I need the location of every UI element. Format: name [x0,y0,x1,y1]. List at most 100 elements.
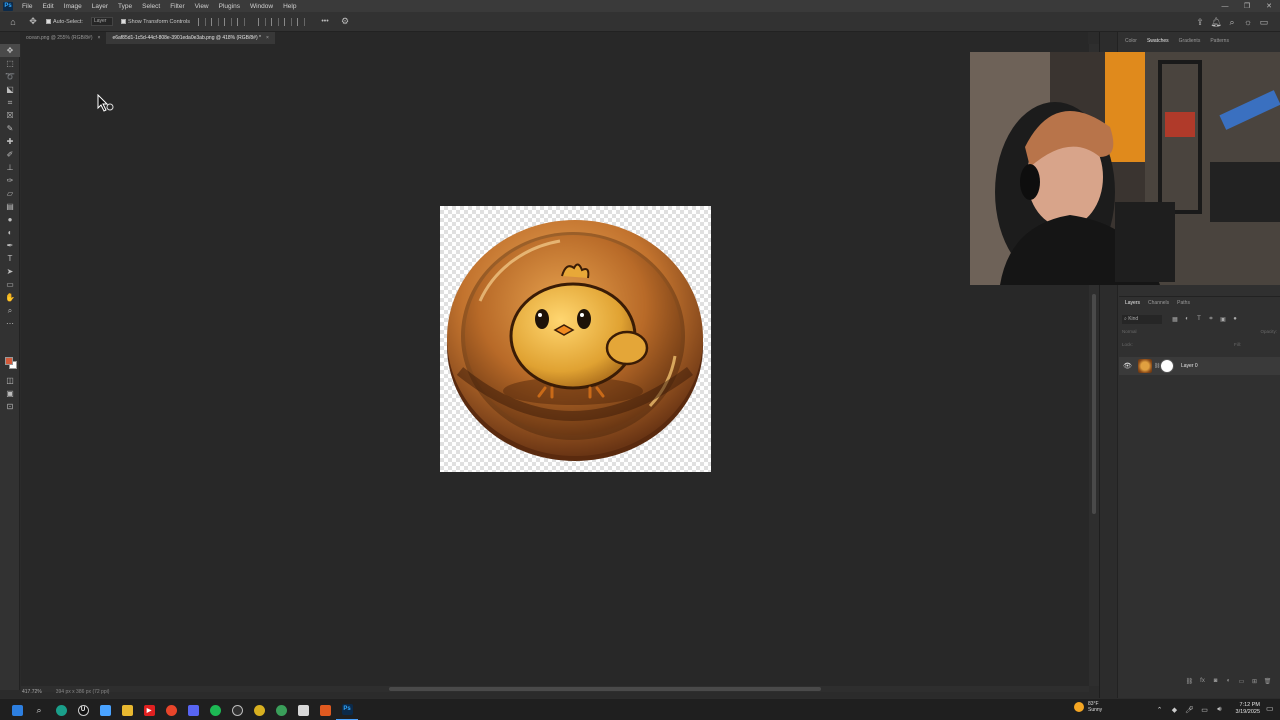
shape-filter-icon[interactable]: ⌗ [1205,316,1217,323]
horizontal-scrollbar[interactable] [21,686,1089,692]
move-tool-icon[interactable]: ✥ [0,44,20,57]
chevron-up-icon[interactable]: ⌃ [1152,706,1167,714]
smart-object-filter-icon[interactable]: ▣ [1217,316,1229,323]
document-canvas[interactable] [440,206,711,472]
tab-channels[interactable]: Channels [1144,300,1173,306]
show-transform-checkbox[interactable]: Show Transform Controls [120,19,190,25]
zoom-tool-icon[interactable]: ⌕ [0,304,20,317]
home-icon[interactable]: ⌂ [6,15,20,29]
tab-close-button[interactable]: × [98,35,101,41]
type-tool-icon[interactable]: T [0,252,20,265]
blend-mode-dropdown[interactable]: Normal [1122,329,1137,337]
auto-select-target-dropdown[interactable]: Layer [90,17,113,26]
share-icon[interactable]: ⇪ [1192,17,1208,28]
align-top-icon[interactable] [258,17,267,26]
menu-help[interactable]: Help [278,3,301,10]
menu-image[interactable]: Image [59,3,87,10]
marquee-tool-icon[interactable]: ⬚ [0,57,20,70]
menu-type[interactable]: Type [113,3,137,10]
notification-bell-icon[interactable]: 🔔︎ [1208,17,1224,28]
layer-mask-thumbnail[interactable] [1160,359,1174,373]
align-right-icon[interactable] [224,17,233,26]
store-icon[interactable] [314,699,336,720]
hand-tool-icon[interactable]: ✋ [0,291,20,304]
align-left-icon[interactable] [198,17,207,26]
discover-icon[interactable]: ☼ [1240,17,1256,27]
object-select-tool-icon[interactable]: ⬕ [0,83,20,96]
taskbar-clock[interactable]: 7:12 PM 3/19/2025 [1224,702,1260,716]
visibility-eye-icon[interactable]: 👁︎ [1123,362,1133,370]
foreground-color-swatch[interactable] [5,357,13,365]
pen-tool-icon[interactable]: ✒ [0,239,20,252]
menu-file[interactable]: File [17,3,37,10]
chrome-icon[interactable] [160,699,182,720]
filter-toggle-icon[interactable]: ● [1229,316,1241,323]
align-bottom-icon[interactable] [284,17,293,26]
align-middle-icon[interactable] [271,17,280,26]
menu-view[interactable]: View [190,3,214,10]
menu-layer[interactable]: Layer [87,3,113,10]
spotify-icon[interactable] [204,699,226,720]
edit-toolbar-icon[interactable]: ⋯ [0,317,20,330]
new-group-icon[interactable]: ▭ [1235,678,1248,685]
menu-window[interactable]: Window [245,3,278,10]
eraser-tool-icon[interactable]: ▱ [0,187,20,200]
distribute-icon[interactable] [237,17,246,26]
gradient-tool-icon[interactable]: ▤ [0,200,20,213]
layer-name[interactable]: Layer 0 [1181,363,1198,369]
layer-row[interactable]: 👁︎ ⛓︎ Layer 0 [1119,357,1280,375]
photoshop-taskbar-icon[interactable]: Ps [336,699,358,720]
blur-tool-icon[interactable]: ● [0,213,20,226]
tray-app-icon[interactable]: ◆ [1167,706,1182,714]
youtube-icon[interactable]: ▶ [138,699,160,720]
tab-coin-image[interactable]: e6af85d1-1c5d-44cf-808e-3901eda0e3ab.png… [106,32,275,44]
minimize-button[interactable]: — [1214,0,1236,12]
discord-icon[interactable] [182,699,204,720]
settings-gear-icon[interactable]: ⚙ [338,15,352,29]
add-mask-icon[interactable]: ◙ [1209,678,1222,684]
layer-style-icon[interactable]: fx [1196,678,1209,684]
quick-mask-icon[interactable]: ◫ [0,374,20,387]
new-layer-icon[interactable]: ⊞ [1248,678,1261,685]
notepad-icon[interactable] [292,699,314,720]
weather-widget[interactable]: 83°F Sunny [1074,701,1102,713]
healing-brush-tool-icon[interactable]: ✚ [0,135,20,148]
start-button-icon[interactable] [6,699,28,720]
chrome-dev-icon[interactable] [270,699,292,720]
rectangle-tool-icon[interactable]: ▭ [0,278,20,291]
align-center-icon[interactable] [211,17,220,26]
chrome-canary-icon[interactable] [248,699,270,720]
link-layers-icon[interactable]: ⛓ [1183,678,1196,685]
scroll-thumb[interactable] [1092,294,1096,514]
close-button[interactable]: ✕ [1258,0,1280,12]
tab-swatches[interactable]: Swatches [1142,36,1174,46]
move-tool-icon[interactable]: ✥ [26,15,40,29]
dodge-tool-icon[interactable]: ◐ [0,226,20,239]
notification-icon[interactable]: ▭ [1266,704,1274,713]
layer-kind-filter[interactable]: ⌕ Kind [1122,315,1162,324]
canvas-workspace[interactable] [21,44,1089,686]
workspace-icon[interactable]: ▭ [1256,17,1272,28]
artboard-icon[interactable]: ⊡ [0,400,20,413]
tab-ocean[interactable]: ocean.png @ 255% (RGB/8#) × [20,32,106,44]
menu-edit[interactable]: Edit [37,3,58,10]
crop-tool-icon[interactable]: ⌗ [0,96,20,109]
adjustment-filter-icon[interactable]: ◐ [1181,316,1193,323]
zoom-level[interactable]: 417.72% [22,689,42,695]
teams-icon[interactable] [94,699,116,720]
adjustment-layer-icon[interactable]: ◐ [1222,678,1235,684]
distribute-vertical-icon[interactable] [297,17,306,26]
tab-color[interactable]: Color [1120,36,1142,46]
tab-close-button[interactable]: × [266,35,269,41]
microphone-icon[interactable]: 🎤︎ [1182,706,1197,714]
file-explorer-icon[interactable] [116,699,138,720]
more-options-button[interactable]: ••• [318,15,332,29]
pixel-filter-icon[interactable]: ▦ [1169,316,1181,323]
tab-patterns[interactable]: Patterns [1205,36,1234,46]
screen-mode-icon[interactable]: ▣ [0,387,20,400]
tab-gradients[interactable]: Gradients [1174,36,1206,46]
eyedropper-tool-icon[interactable]: ✎ [0,122,20,135]
menu-plugins[interactable]: Plugins [214,3,245,10]
obs-icon[interactable] [226,699,248,720]
search-icon[interactable]: ⌕ [1224,17,1240,28]
